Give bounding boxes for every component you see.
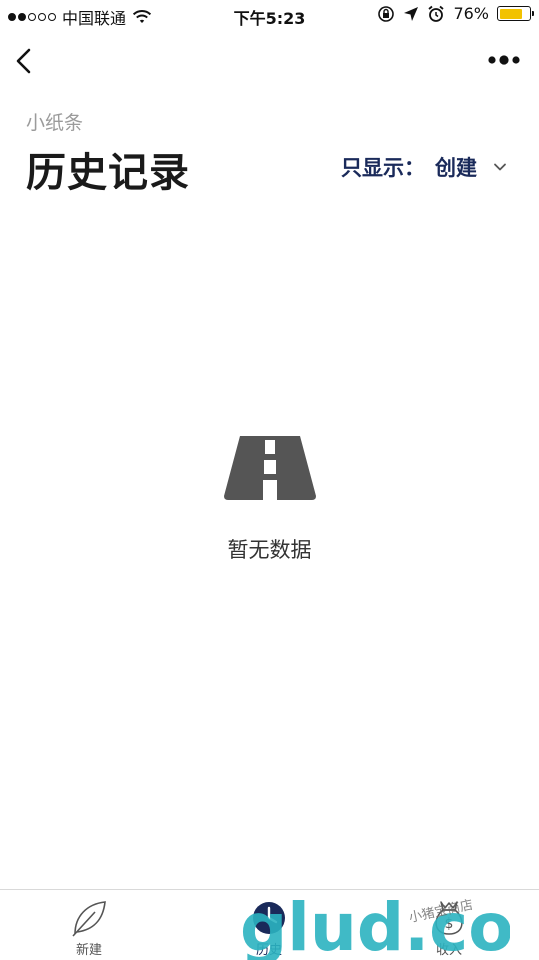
status-bar-right: 76% — [377, 4, 534, 23]
svg-text:$: $ — [445, 916, 454, 932]
road-icon — [224, 436, 316, 500]
filter-dropdown[interactable]: 只显示： 创建 — [341, 152, 509, 182]
tab-bar: 新建 历史 $ 收入 — [0, 889, 539, 960]
back-chevron-icon[interactable] — [12, 44, 36, 78]
clock-icon — [253, 902, 285, 934]
page-title: 历史记录 — [26, 150, 190, 196]
battery-icon — [497, 6, 534, 21]
status-bar: 中国联通 下午5:23 76% — [0, 0, 539, 30]
tab-new[interactable]: 新建 — [24, 890, 154, 960]
tab-history[interactable]: 历史 — [204, 890, 334, 960]
tab-label: 收入 — [435, 943, 462, 958]
filter-value: 创建 — [435, 156, 477, 180]
app-name: 小纸条 — [26, 112, 84, 134]
alarm-icon — [428, 5, 445, 22]
screen: 中国联通 下午5:23 76% 小纸条 历史记录 只显示： 创建 暂无数据 新建… — [0, 0, 539, 960]
battery-percent: 76% — [453, 4, 489, 23]
tab-income[interactable]: $ 收入 — [384, 890, 514, 960]
more-options-icon[interactable] — [487, 52, 521, 68]
filter-label: 只显示： — [341, 156, 425, 180]
battery-fill — [499, 8, 522, 19]
rotation-lock-icon — [378, 5, 395, 22]
empty-state-message: 暂无数据 — [227, 538, 312, 562]
location-icon — [404, 6, 419, 21]
money-bag-icon: $ — [435, 901, 463, 935]
chevron-down-icon — [494, 163, 506, 171]
leaf-icon — [72, 901, 106, 937]
tab-label: 新建 — [75, 943, 102, 958]
tab-label: 历史 — [255, 943, 282, 958]
